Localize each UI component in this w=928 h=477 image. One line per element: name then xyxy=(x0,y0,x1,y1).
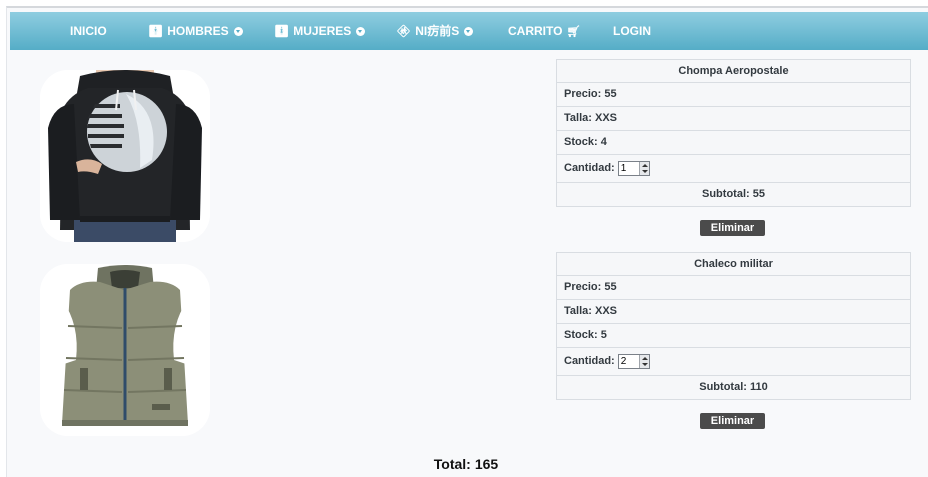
subtotal-label: Subtotal: xyxy=(702,188,750,200)
dropdown-arrow-icon xyxy=(356,27,366,36)
subtotal-label: Subtotal: xyxy=(699,381,747,393)
nav-ninos[interactable]: 🚸︎ NI疠前S xyxy=(396,12,474,50)
size-value: XXS xyxy=(594,305,617,317)
nav-carrito-label: CARRITO xyxy=(508,24,563,38)
price-value: 55 xyxy=(604,281,617,293)
spinner-arrows-icon[interactable] xyxy=(638,161,649,175)
product-image-vest xyxy=(40,264,210,436)
product-name: Chompa Aeropostale xyxy=(556,59,911,83)
total-label: Total: xyxy=(433,456,471,472)
stock-row: Stock: 5 xyxy=(556,324,911,348)
subtotal-row: Subtotal: 55 xyxy=(556,183,911,207)
price-value: 55 xyxy=(604,88,617,100)
nav-login-label: LOGIN xyxy=(613,24,651,38)
price-row: Precio: 55 xyxy=(556,276,911,300)
subtotal-value: 55 xyxy=(752,188,765,200)
size-row: Talla: XXS xyxy=(556,107,911,131)
size-value: XXS xyxy=(594,112,617,124)
spinner-arrows-icon[interactable] xyxy=(638,354,649,368)
price-label: Precio: xyxy=(564,88,602,100)
nav-inicio-label: INICIO xyxy=(70,24,107,38)
product-details-1: Chompa Aeropostale Precio: 55 Talla: XXS… xyxy=(556,59,911,207)
delete-button-2[interactable]: Eliminar xyxy=(700,413,765,429)
quantity-label: Cantidad: xyxy=(564,355,615,367)
nav-carrito[interactable]: CARRITO 🛒︎ xyxy=(508,12,580,50)
dropdown-arrow-icon xyxy=(233,27,243,36)
nav-login[interactable]: LOGIN xyxy=(613,12,651,50)
delete-button-1[interactable]: Eliminar xyxy=(700,220,765,236)
nav-inicio[interactable]: INICIO xyxy=(70,12,107,50)
stock-value: 5 xyxy=(600,329,607,341)
child-icon: 🚸︎ xyxy=(396,24,412,38)
navbar: INICIO 🚹︎ HOMBRES 🚺︎ MUJERES 🚸︎ NI疠前S CARRI… xyxy=(10,12,928,50)
quantity-row: Cantidad: 2 xyxy=(556,348,911,376)
quantity-stepper[interactable]: 1 xyxy=(617,160,650,176)
product-details-2: Chaleco militar Precio: 55 Talla: XXS St… xyxy=(556,252,911,400)
nav-hombres-label: HOMBRES xyxy=(167,24,229,38)
dropdown-arrow-icon xyxy=(464,27,474,36)
quantity-value: 2 xyxy=(620,355,627,367)
product-name: Chaleco militar xyxy=(556,252,911,276)
cart-icon: 🛒︎ xyxy=(566,26,581,38)
nav-mujeres[interactable]: 🚺︎ MUJERES xyxy=(274,12,366,50)
product-name-text: Chaleco militar xyxy=(694,258,773,270)
stock-label: Stock: xyxy=(564,329,598,341)
size-label: Talla: xyxy=(564,305,592,317)
subtotal-row: Subtotal: 110 xyxy=(556,376,911,400)
nav-ninos-label: NI疠前S xyxy=(415,24,460,38)
woman-icon: 🚺︎ xyxy=(274,24,290,38)
size-row: Talla: XXS xyxy=(556,300,911,324)
subtotal-value: 110 xyxy=(749,381,768,393)
size-label: Talla: xyxy=(564,112,592,124)
quantity-label: Cantidad: xyxy=(564,162,615,174)
man-icon: 🚹︎ xyxy=(148,24,164,38)
price-label: Precio: xyxy=(564,281,602,293)
price-row: Precio: 55 xyxy=(556,83,911,107)
nav-mujeres-label: MUJERES xyxy=(293,24,352,38)
total-value: 165 xyxy=(474,456,499,472)
quantity-row: Cantidad: 1 xyxy=(556,155,911,183)
stock-row: Stock: 4 xyxy=(556,131,911,155)
stock-label: Stock: xyxy=(564,136,598,148)
product-image-hoodie xyxy=(40,70,210,242)
nav-hombres[interactable]: 🚹︎ HOMBRES xyxy=(148,12,243,50)
product-name-text: Chompa Aeropostale xyxy=(678,65,789,77)
cart-total: Total: 165 xyxy=(0,456,928,472)
stock-value: 4 xyxy=(600,136,607,148)
quantity-value: 1 xyxy=(620,162,627,174)
quantity-stepper[interactable]: 2 xyxy=(617,353,650,369)
